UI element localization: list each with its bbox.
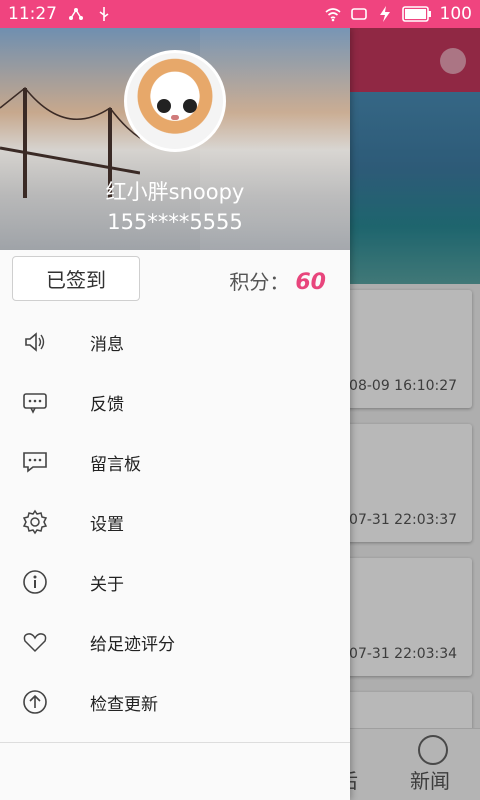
menu-item-label: 反馈 xyxy=(90,395,124,415)
points-label: 积分： xyxy=(229,270,290,294)
drawer-header: 红小胖snoopy 155****5555 xyxy=(0,28,350,250)
menu-item-messages[interactable]: 消息 xyxy=(0,312,350,372)
menu-item-label: 消息 xyxy=(90,335,124,355)
avatar[interactable] xyxy=(124,50,226,152)
screen-icon xyxy=(350,8,367,20)
arrow-up-circle-icon xyxy=(23,690,47,714)
share-icon xyxy=(69,8,83,20)
menu-item-feedback[interactable]: 反馈 xyxy=(0,372,350,432)
charging-icon xyxy=(379,6,390,22)
menu-item-rate[interactable]: 给足迹评分 xyxy=(0,612,350,672)
status-time: 11:27 xyxy=(8,4,57,24)
wifi-icon xyxy=(325,8,341,22)
battery-icon xyxy=(401,6,431,22)
battery-level: 100 xyxy=(439,4,472,24)
menu-item-settings[interactable]: 设置 xyxy=(0,492,350,552)
points-display: 积分： 60 xyxy=(229,266,326,295)
navigation-drawer: 红小胖snoopy 155****5555 已签到 积分： 60 消息 反馈 留… xyxy=(0,28,350,800)
menu-item-label: 设置 xyxy=(90,515,124,535)
menu-item-label: 检查更新 xyxy=(90,695,158,715)
chat-bubble-icon xyxy=(23,393,47,414)
info-icon xyxy=(23,570,47,594)
drawer-menu: 消息 反馈 留言板 设置 关于 给足迹评分 检查更新 xyxy=(0,312,350,732)
usb-icon xyxy=(99,7,109,21)
points-value: 60 xyxy=(295,270,326,295)
gear-icon xyxy=(22,509,48,535)
menu-item-label: 给足迹评分 xyxy=(90,635,175,655)
status-bar: 11:27 100 xyxy=(0,0,480,28)
menu-item-message-board[interactable]: 留言板 xyxy=(0,432,350,492)
divider xyxy=(0,742,350,743)
heart-icon xyxy=(23,633,47,653)
menu-item-label: 留言板 xyxy=(90,455,141,475)
message-board-icon xyxy=(23,452,47,473)
menu-item-about[interactable]: 关于 xyxy=(0,552,350,612)
speaker-icon xyxy=(25,332,45,352)
checkin-button[interactable]: 已签到 xyxy=(12,256,140,301)
menu-item-label: 关于 xyxy=(90,575,124,595)
phone-number: 155****5555 xyxy=(107,210,243,234)
username: 红小胖snoopy xyxy=(105,180,245,204)
menu-item-check-update[interactable]: 检查更新 xyxy=(0,672,350,732)
